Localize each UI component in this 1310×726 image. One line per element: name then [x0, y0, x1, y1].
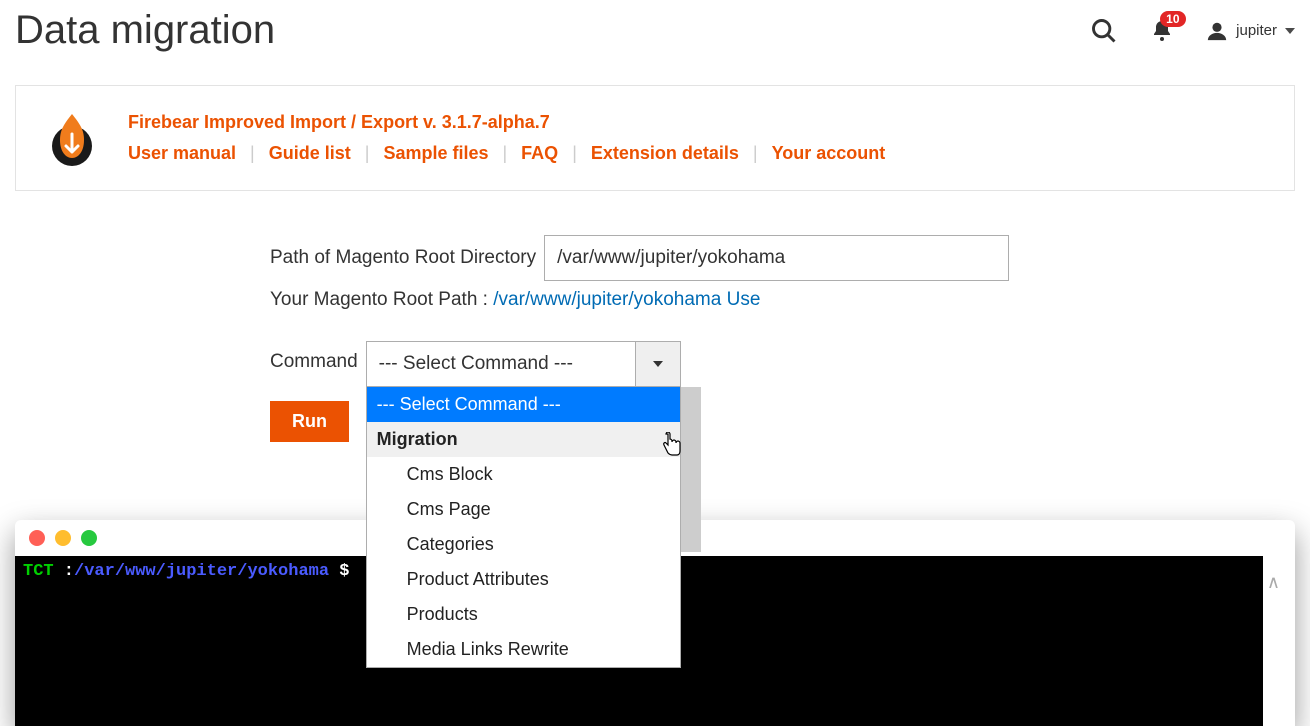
extension-title: Firebear Improved Import / Export v. 3.1…	[128, 112, 885, 133]
dropdown-scrollbar[interactable]	[681, 387, 701, 552]
command-select-value: --- Select Command ---	[367, 342, 635, 386]
dropdown-option-placeholder[interactable]: --- Select Command ---	[367, 387, 680, 422]
chevron-down-icon	[653, 361, 663, 367]
link-user-manual[interactable]: User manual	[128, 143, 236, 164]
window-minimize-icon[interactable]	[55, 530, 71, 546]
link-sample-files[interactable]: Sample files	[383, 143, 488, 164]
link-extension-details[interactable]: Extension details	[591, 143, 739, 164]
username-label: jupiter	[1236, 22, 1277, 39]
run-button[interactable]: Run	[270, 401, 349, 442]
link-guide-list[interactable]: Guide list	[269, 143, 351, 164]
chevron-down-icon	[1285, 28, 1295, 34]
command-select-toggle[interactable]	[635, 342, 680, 386]
dropdown-option-cms-page[interactable]: Cms Page	[367, 492, 680, 527]
notification-badge: 10	[1160, 11, 1185, 27]
page-title: Data migration	[15, 8, 275, 53]
link-your-account[interactable]: Your account	[772, 143, 886, 164]
search-icon[interactable]	[1090, 17, 1118, 45]
root-path-link[interactable]: /var/www/jupiter/yokohama Use	[493, 289, 760, 310]
command-dropdown: --- Select Command --- Migration Cms Blo…	[366, 387, 681, 668]
magento-root-path-input[interactable]	[544, 235, 1009, 281]
flame-icon	[46, 108, 98, 168]
user-menu[interactable]: jupiter	[1206, 20, 1295, 42]
window-maximize-icon[interactable]	[81, 530, 97, 546]
dropdown-option-media-links-rewrite[interactable]: Media Links Rewrite	[367, 632, 680, 667]
dropdown-option-categories[interactable]: Categories	[367, 527, 680, 562]
notifications-icon[interactable]: 10	[1150, 19, 1174, 43]
dropdown-option-cms-block[interactable]: Cms Block	[367, 457, 680, 492]
dropdown-group-migration: Migration	[367, 422, 680, 457]
command-label: Command	[270, 351, 358, 373]
link-faq[interactable]: FAQ	[521, 143, 558, 164]
extension-info-panel: Firebear Improved Import / Export v. 3.1…	[15, 85, 1295, 191]
dropdown-option-product-attributes[interactable]: Product Attributes	[367, 562, 680, 597]
command-select[interactable]: --- Select Command ---	[366, 341, 681, 387]
dropdown-option-products[interactable]: Products	[367, 597, 680, 632]
window-close-icon[interactable]	[29, 530, 45, 546]
scroll-up-icon[interactable]: ∧	[1267, 572, 1280, 593]
root-path-hint: Your Magento Root Path : /var/www/jupite…	[270, 289, 1310, 311]
path-label: Path of Magento Root Directory	[270, 247, 536, 269]
